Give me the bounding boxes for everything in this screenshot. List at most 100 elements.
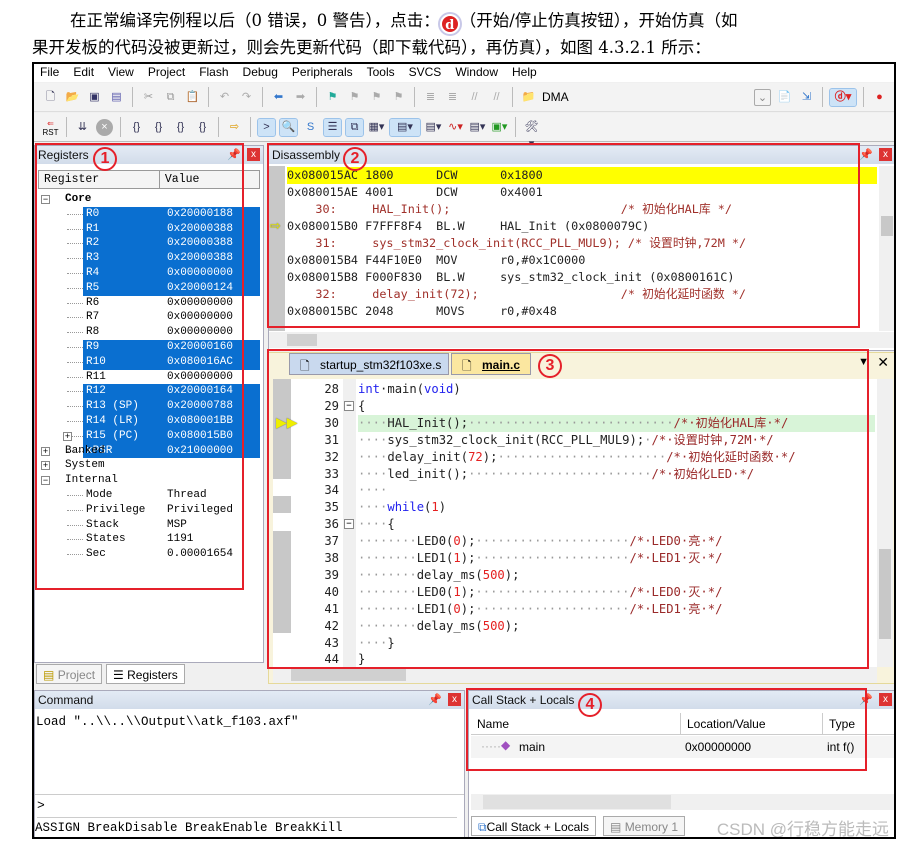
register-row[interactable]: R8 0x00000000 [83,325,260,340]
redo-icon[interactable]: ↷ [238,89,255,106]
command-window-icon[interactable]: > [257,117,276,137]
new-file-icon[interactable]: 🗋 [42,89,59,106]
col-value[interactable]: Value [160,171,259,188]
find-in-files-icon[interactable]: 📁 [520,89,537,106]
command-input[interactable]: > [37,798,457,818]
register-row[interactable]: R7 0x00000000 [83,310,260,325]
system-viewer-icon[interactable]: ▣▾ [491,119,508,136]
configure-icon[interactable]: 📄 [776,89,793,106]
close-icon[interactable]: x [879,148,892,161]
disassembly-row[interactable]: 31: sys_stm32_clock_init(RCC_PLL_MUL9); … [287,235,877,252]
registers-window-icon[interactable]: ☰ [323,117,342,137]
disassembly-row[interactable]: 0x080015BC 2048 MOVS r0,#0x48 [287,303,877,320]
code-line[interactable]: 38 ········LED1(1);·····················/… [273,550,875,567]
editor-vscroll[interactable] [877,379,893,667]
code-line[interactable]: 28 int·main(void) [273,381,875,398]
col-name[interactable]: Name [471,713,681,735]
register-row[interactable]: R13 (SP) 0x20000788 [83,399,260,414]
code-line[interactable]: 42 ········delay_ms(500); [273,618,875,635]
tab-registers[interactable]: ☰ Registers [106,664,185,684]
cut-icon[interactable]: ✂ [140,89,157,106]
menu-project[interactable]: Project [148,64,193,82]
tab-callstack[interactable]: ⧉Call Stack + Locals [471,816,596,836]
nav-back-icon[interactable]: ⬅ [270,89,287,106]
register-row[interactable]: R6 0x00000000 [83,296,260,311]
pin-icon[interactable]: 📌 [428,693,442,706]
code-line[interactable]: 43 ····} [273,635,875,652]
disassembly-row[interactable]: 0x080015B4 F44F10E0 MOV r0,#0x1C0000 [287,252,877,269]
code-line[interactable]: 36 ····{− [273,516,875,533]
build-target-icon[interactable]: ⇲ [798,89,815,106]
register-row[interactable]: R9 0x20000160 [83,340,260,355]
register-row[interactable]: R12 0x20000164 [83,384,260,400]
bookmark-prev-icon[interactable]: ⚑ [346,89,363,106]
stop-icon[interactable]: × [96,118,113,136]
show-next-statement-icon[interactable]: ⇨ [226,119,243,136]
code-line[interactable]: 33 ····led_init();·······················… [273,466,875,483]
menu-tools[interactable]: Tools [367,64,403,82]
tab-project[interactable]: ▤ Project [36,664,103,684]
register-row[interactable]: R0 0x20000188 [83,206,260,222]
expand-system-icon[interactable]: + [41,461,50,471]
undo-icon[interactable]: ↶ [216,89,233,106]
call-stack-window-icon[interactable]: ⧉ [345,117,364,137]
disassembly-row[interactable]: 32: delay_init(72); /* 初始化延时函数 */ [287,286,877,303]
group-internal[interactable]: Internal [65,473,118,488]
menu-help[interactable]: Help [512,64,545,82]
menu-view[interactable]: View [108,64,142,82]
memory-window-icon[interactable]: ▤▾ [389,117,421,137]
code-line[interactable]: 44} [273,651,875,667]
disassembly-window-icon[interactable]: 🔍 [279,117,298,137]
register-row[interactable]: R2 0x20000388 [83,236,260,252]
run-icon[interactable]: ⇊ [74,119,91,136]
watch-window-icon[interactable]: ▦▾ [368,119,385,136]
register-row[interactable]: R1 0x20000388 [83,221,260,237]
code-line[interactable]: 34 ···· [273,482,875,499]
breakpoint-icon[interactable]: ● [871,89,888,106]
menu-file[interactable]: File [40,64,67,82]
paste-icon[interactable]: 📋 [184,89,201,106]
group-banked[interactable]: Banked [65,444,105,459]
code-line[interactable]: 39 ········delay_ms(500); [273,567,875,584]
run-to-cursor-icon[interactable]: {} [194,119,211,136]
close-editor-icon[interactable]: ✕ [877,354,889,371]
dma-label[interactable]: DMA [542,90,569,104]
command-hscroll[interactable] [35,777,464,795]
close-icon[interactable]: x [879,693,892,706]
expand-internal-icon[interactable]: − [41,476,50,486]
menu-peripherals[interactable]: Peripherals [292,64,361,82]
col-register[interactable]: Register [39,171,160,188]
disassembly-hscroll[interactable] [269,332,894,348]
tab-memory[interactable]: ▤ Memory 1 [603,816,686,836]
open-file-icon[interactable]: 📂 [64,89,81,106]
collapse-core-icon[interactable]: − [41,195,50,204]
comment-icon[interactable]: // [466,89,483,106]
pin-icon[interactable]: 📌 [859,148,873,161]
menu-svcs[interactable]: SVCS [409,64,450,82]
serial-window-icon[interactable]: ▤▾ [425,119,442,136]
register-row[interactable]: R11 0x00000000 [83,370,260,385]
disassembly-row[interactable]: 0x080015AC 1800 DCW 0x1800 [287,167,877,184]
callstack-hscroll[interactable] [471,794,894,810]
logic-analyzer-icon[interactable]: ∿▾ [447,119,464,136]
menu-window[interactable]: Window [455,64,506,82]
bookmark-clear-icon[interactable]: ⚑ [390,89,407,106]
code-line[interactable]: 41 ········LED1(0);·····················/… [273,601,875,618]
step-out-icon[interactable]: {} [172,119,189,136]
close-icon[interactable]: x [247,148,260,161]
copy-icon[interactable]: ⧉ [162,89,179,106]
symbols-window-icon[interactable]: S [302,119,319,136]
step-in-icon[interactable]: {} [128,119,145,136]
register-row[interactable]: R15 (PC) 0x080015B0 [83,428,260,444]
code-line[interactable]: 37 ········LED0(0);·····················/… [273,533,875,550]
group-core[interactable]: Core [65,192,91,207]
code-line[interactable]: 29 {− [273,398,875,415]
tools-icon[interactable]: 🛠▾ [523,119,540,150]
disassembly-vscroll[interactable] [879,166,894,331]
tab-main-c[interactable]: 🗋 main.c [451,353,531,375]
expand-xpsr-icon[interactable]: + [63,431,72,441]
reset-button[interactable]: ⇐ RST [42,119,59,137]
fold-icon[interactable]: − [344,519,354,530]
fold-icon[interactable]: − [344,400,354,411]
menu-flash[interactable]: Flash [199,64,236,82]
